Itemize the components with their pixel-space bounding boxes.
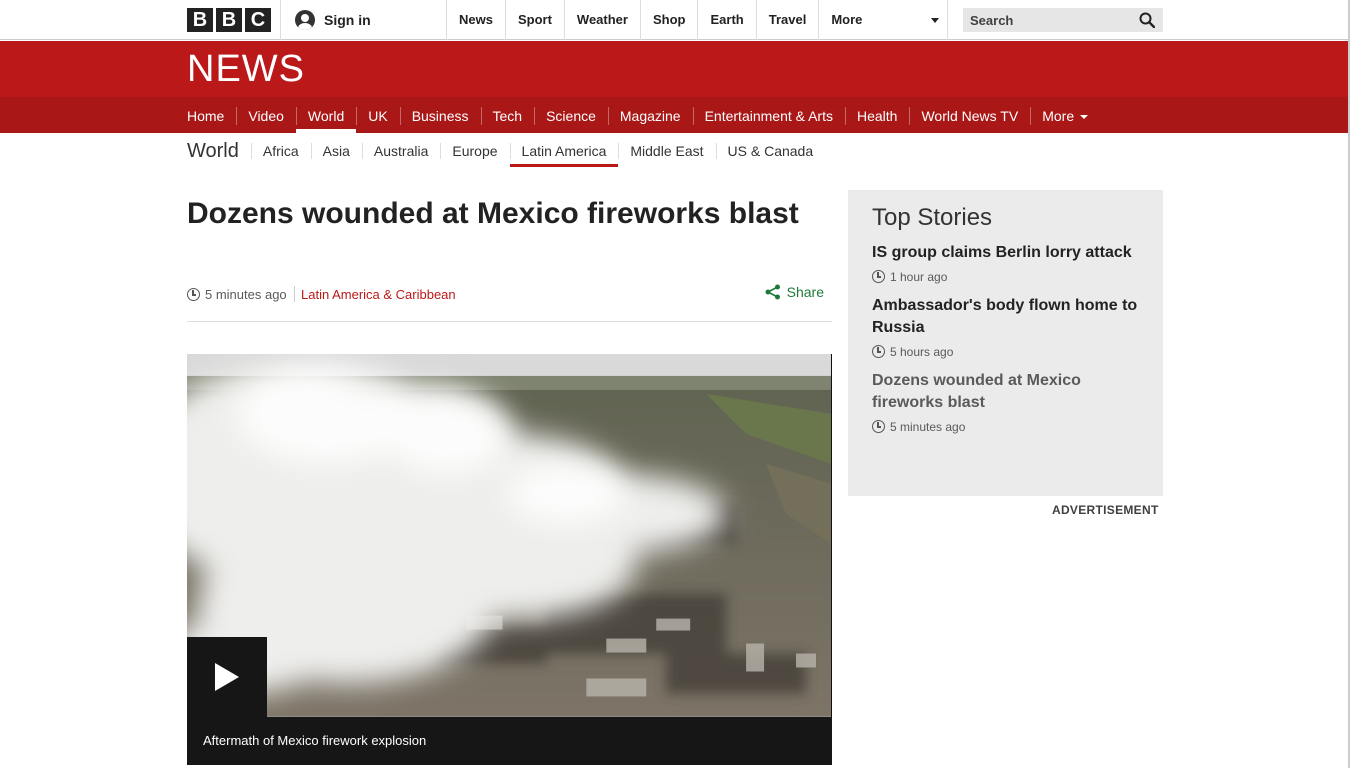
article-meta: 5 minutes ago Latin America & Caribbean … bbox=[187, 284, 832, 322]
top-story-item[interactable]: Ambassador's body flown home to Russia 5… bbox=[872, 295, 1139, 360]
clock-icon bbox=[872, 270, 885, 283]
article-timestamp: 5 minutes ago bbox=[205, 287, 287, 302]
meta-divider bbox=[294, 286, 295, 302]
advertisement-label: ADVERTISEMENT bbox=[1052, 503, 1159, 517]
bbc-global-bar: B B C Sign in News Sport Weather Shop Ea… bbox=[0, 0, 1350, 40]
chevron-down-icon bbox=[931, 18, 940, 23]
top-story-time: 5 minutes ago bbox=[872, 419, 1139, 435]
bbc-logo-letter-2: B bbox=[216, 8, 242, 32]
clock-icon bbox=[187, 288, 200, 301]
world-sub-nav: World Africa Asia Australia Europe Latin… bbox=[187, 133, 825, 169]
nav-world[interactable]: World bbox=[295, 97, 357, 133]
top-story-time: 1 hour ago bbox=[872, 269, 1139, 285]
nav-business[interactable]: Business bbox=[399, 97, 481, 133]
share-label: Share bbox=[786, 284, 824, 300]
video-caption-text: Aftermath of Mexico firework explosion bbox=[203, 733, 427, 748]
top-story-item[interactable]: IS group claims Berlin lorry attack 1 ho… bbox=[872, 242, 1139, 285]
share-icon bbox=[765, 284, 780, 300]
news-main-nav: Home Video World UK Business Tech Scienc… bbox=[0, 97, 1350, 133]
subnav-australia[interactable]: Australia bbox=[361, 133, 440, 169]
sign-in-button[interactable]: Sign in bbox=[280, 0, 446, 40]
nav-uk[interactable]: UK bbox=[356, 97, 399, 133]
bbc-logo-letter-1: B bbox=[187, 8, 213, 32]
video-caption: Aftermath of Mexico firework explosion bbox=[187, 717, 832, 765]
global-nav-sport[interactable]: Sport bbox=[504, 0, 564, 40]
subnav-us-canada[interactable]: US & Canada bbox=[715, 133, 826, 169]
global-nav-earth[interactable]: Earth bbox=[697, 0, 755, 40]
subnav-africa[interactable]: Africa bbox=[250, 133, 311, 169]
article-headline: Dozens wounded at Mexico fireworks blast bbox=[187, 197, 799, 230]
article-category-link[interactable]: Latin America & Caribbean bbox=[301, 287, 456, 302]
global-nav-weather[interactable]: Weather bbox=[563, 0, 640, 40]
search-box[interactable] bbox=[963, 8, 1163, 32]
news-banner: NEWS bbox=[0, 41, 1350, 97]
top-story-time-text: 5 hours ago bbox=[890, 345, 954, 359]
section-title[interactable]: World bbox=[187, 133, 251, 169]
top-story-title[interactable]: IS group claims Berlin lorry attack bbox=[872, 242, 1139, 264]
nav-health[interactable]: Health bbox=[845, 97, 909, 133]
top-story-title[interactable]: Ambassador's body flown home to Russia bbox=[872, 295, 1139, 339]
nav-more-label: More bbox=[1042, 108, 1075, 124]
top-story-time-text: 5 minutes ago bbox=[890, 420, 966, 434]
subnav-asia[interactable]: Asia bbox=[310, 133, 362, 169]
search-input[interactable] bbox=[970, 12, 1130, 28]
nav-science[interactable]: Science bbox=[534, 97, 608, 133]
share-button[interactable]: Share bbox=[765, 284, 824, 300]
nav-home[interactable]: Home bbox=[187, 97, 236, 133]
video-thumbnail bbox=[187, 354, 831, 717]
play-button[interactable] bbox=[187, 637, 267, 717]
clock-icon bbox=[872, 345, 885, 358]
top-story-time-text: 1 hour ago bbox=[890, 270, 948, 284]
sign-in-label: Sign in bbox=[324, 12, 371, 28]
news-logo[interactable]: NEWS bbox=[187, 49, 305, 89]
clock-icon bbox=[872, 420, 885, 433]
top-stories-panel: Top Stories IS group claims Berlin lorry… bbox=[848, 190, 1163, 496]
play-icon bbox=[215, 663, 239, 691]
chevron-down-icon bbox=[1080, 115, 1089, 120]
nav-entertainment-arts[interactable]: Entertainment & Arts bbox=[692, 97, 845, 133]
global-nav-more[interactable]: More bbox=[818, 0, 949, 40]
search-icon[interactable] bbox=[1139, 12, 1155, 28]
global-nav-news[interactable]: News bbox=[446, 0, 505, 40]
top-story-time: 5 hours ago bbox=[872, 344, 1139, 360]
nav-world-news-tv[interactable]: World News TV bbox=[909, 97, 1030, 133]
top-story-item-current[interactable]: Dozens wounded at Mexico fireworks blast… bbox=[872, 370, 1139, 435]
global-nav-travel[interactable]: Travel bbox=[755, 0, 819, 40]
user-icon bbox=[295, 10, 315, 30]
nav-video[interactable]: Video bbox=[236, 97, 296, 133]
top-stories-heading: Top Stories bbox=[872, 204, 993, 231]
global-nav: News Sport Weather Shop Earth Travel Mor… bbox=[446, 0, 949, 40]
global-nav-more-label: More bbox=[831, 12, 863, 27]
bbc-logo[interactable]: B B C bbox=[187, 8, 271, 32]
global-nav-shop[interactable]: Shop bbox=[639, 0, 698, 40]
nav-more[interactable]: More bbox=[1030, 97, 1100, 133]
video-player[interactable] bbox=[187, 354, 832, 717]
subnav-latin-america[interactable]: Latin America bbox=[509, 133, 619, 169]
subnav-europe[interactable]: Europe bbox=[440, 133, 509, 169]
nav-tech[interactable]: Tech bbox=[480, 97, 535, 133]
top-story-title[interactable]: Dozens wounded at Mexico fireworks blast bbox=[872, 370, 1139, 414]
nav-magazine[interactable]: Magazine bbox=[607, 97, 693, 133]
bbc-logo-letter-3: C bbox=[245, 8, 271, 32]
subnav-middle-east[interactable]: Middle East bbox=[618, 133, 715, 169]
